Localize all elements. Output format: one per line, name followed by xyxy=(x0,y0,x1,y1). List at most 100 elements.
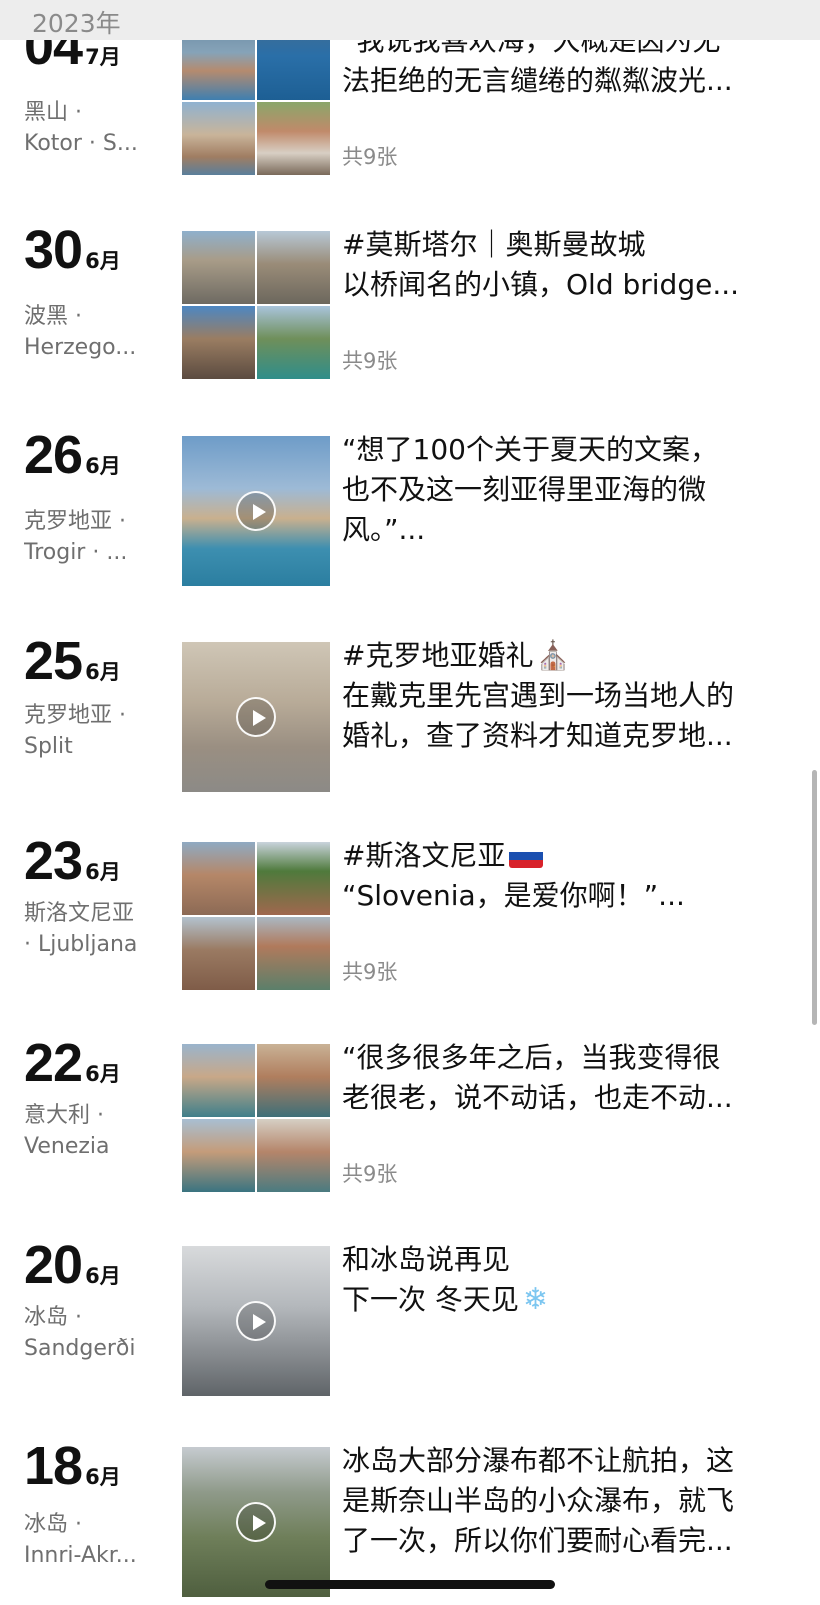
entry-day: 20 xyxy=(24,1235,83,1295)
entry-location: 波黑 · Herzego... xyxy=(24,301,164,363)
caption-line: 是斯奈山半岛的小众瀑布，就飞 xyxy=(342,1484,735,1517)
entry-caption: #斯洛文尼亚 “Slovenia，是爱你啊！”... xyxy=(342,836,797,916)
photo-thumbnail[interactable] xyxy=(182,231,255,304)
location-city: Trogir · ... xyxy=(24,540,128,565)
photo-thumbnail[interactable] xyxy=(182,1044,255,1117)
slovenia-flag-icon xyxy=(509,844,544,868)
caption-line: “很多很多年之后，当我变得很 xyxy=(342,1041,721,1074)
location-country: 克罗地亚 · xyxy=(24,509,126,534)
caption-line: #斯洛文尼亚 xyxy=(342,836,797,876)
photo-thumbnail[interactable] xyxy=(257,1119,330,1192)
feed-entry[interactable]: 25 6月 克罗地亚 · Split #克罗地亚婚礼⛪ 在戴克里先宫遇到一场当地人… xyxy=(0,631,820,792)
home-indicator[interactable] xyxy=(265,1580,555,1589)
caption-line: 法拒绝的无言缱绻的粼粼波光... xyxy=(342,64,733,97)
entry-month: 6月 xyxy=(85,454,121,478)
scrollbar[interactable] xyxy=(812,770,817,1025)
feed-entry[interactable]: 20 6月 冰岛 · Sandgerði 和冰岛说再见 下一次 冬天见 ❄ xyxy=(0,1235,820,1396)
feed-entry[interactable]: 26 6月 克罗地亚 · Trogir · ... “想了100个关于夏天的文案，… xyxy=(0,425,820,586)
location-country: 意大利 · xyxy=(24,1103,104,1128)
photo-thumbnail[interactable] xyxy=(182,842,255,915)
entry-location: 冰岛 · Sandgerði xyxy=(24,1302,164,1364)
entry-location: 意大利 · Venezia xyxy=(24,1100,164,1162)
snowflake-emoji-icon: ❄ xyxy=(522,1282,549,1317)
photo-thumbnail[interactable] xyxy=(257,102,330,175)
caption-line: “Slovenia，是爱你啊！”... xyxy=(342,879,685,912)
photo-thumbnail[interactable] xyxy=(257,917,330,990)
caption-line: #克罗地亚婚礼⛪ xyxy=(342,636,797,676)
entry-location: 冰岛 · Innri-Akr... xyxy=(24,1509,164,1571)
photo-count: 共9张 xyxy=(342,960,398,984)
entry-location: 斯洛文尼亚 · Ljubljana xyxy=(24,898,164,960)
caption-line: 在戴克里先宫遇到一场当地人的 xyxy=(342,679,735,712)
play-icon[interactable] xyxy=(236,1502,276,1542)
play-icon[interactable] xyxy=(236,1301,276,1341)
photo-thumbnail[interactable] xyxy=(257,231,330,304)
location-city: Innri-Akr... xyxy=(24,1543,137,1568)
caption-hashtag: #克罗地亚婚礼 xyxy=(342,639,534,672)
feed-entry[interactable]: 18 6月 冰岛 · Innri-Akr... 冰岛大部分瀑布都不让航拍，这 是斯… xyxy=(0,1436,820,1597)
entry-date: 30 6月 xyxy=(24,219,121,280)
photo-thumbnail[interactable] xyxy=(182,917,255,990)
video-thumbnail[interactable] xyxy=(182,1447,330,1597)
video-thumbnail[interactable] xyxy=(182,436,330,586)
location-country: 波黑 · xyxy=(24,304,82,329)
video-thumbnail[interactable] xyxy=(182,642,330,792)
location-city: Kotor · S... xyxy=(24,131,138,156)
location-country: 斯洛文尼亚 xyxy=(24,901,135,926)
location-country: 冰岛 · xyxy=(24,1512,82,1537)
entry-caption: 冰岛大部分瀑布都不让航拍，这 是斯奈山半岛的小众瀑布，就飞 了一次，所以你们要耐… xyxy=(342,1441,797,1561)
caption-line: 也不及这一刻亚得里亚海的微 xyxy=(342,473,707,506)
caption-line: “想了100个关于夏天的文案， xyxy=(342,433,718,466)
year-label: 2023年 xyxy=(32,9,121,38)
entry-day: 23 xyxy=(24,831,83,891)
church-emoji-icon: ⛪ xyxy=(535,639,571,672)
location-country: 克罗地亚 · xyxy=(24,703,126,728)
caption-line: 以桥闻名的小镇，Old bridge... xyxy=(342,268,740,301)
entry-date: 23 6月 xyxy=(24,830,121,891)
caption-line: #莫斯塔尔｜奥斯曼故城 xyxy=(342,228,646,261)
photo-thumbnail[interactable] xyxy=(182,102,255,175)
feed-entry[interactable]: 04 7月 黑山 · Kotor · S... “我说我喜欢海，大概是因为无 法拒… xyxy=(0,16,820,177)
caption-text: 下一次 冬天见 xyxy=(342,1283,519,1316)
caption-line: 老很老，说不动话，也走不动... xyxy=(342,1081,733,1114)
feed-entry[interactable]: 23 6月 斯洛文尼亚 · Ljubljana #斯洛文尼亚 “Slovenia，… xyxy=(0,831,820,992)
play-icon[interactable] xyxy=(236,697,276,737)
photo-thumbnail[interactable] xyxy=(182,306,255,379)
entry-caption: “很多很多年之后，当我变得很 老很老，说不动话，也走不动... xyxy=(342,1038,797,1118)
entry-month: 6月 xyxy=(85,660,121,684)
entry-day: 22 xyxy=(24,1033,83,1093)
location-city: Herzego... xyxy=(24,335,137,360)
entry-location: 黑山 · Kotor · S... xyxy=(24,97,164,159)
moments-feed: 04 7月 黑山 · Kotor · S... “我说我喜欢海，大概是因为无 法拒… xyxy=(0,0,820,1605)
photo-grid[interactable] xyxy=(182,842,330,992)
entry-month: 7月 xyxy=(85,45,121,69)
entry-location: 克罗地亚 · Split xyxy=(24,700,164,762)
feed-entry[interactable]: 30 6月 波黑 · Herzego... #莫斯塔尔｜奥斯曼故城 以桥闻名的小镇… xyxy=(0,220,820,381)
photo-thumbnail[interactable] xyxy=(257,842,330,915)
caption-line: 了一次，所以你们要耐心看完... xyxy=(342,1524,733,1557)
photo-grid[interactable] xyxy=(182,231,330,381)
entry-month: 6月 xyxy=(85,1062,121,1086)
entry-month: 6月 xyxy=(85,1465,121,1489)
feed-entry[interactable]: 22 6月 意大利 · Venezia “很多很多年之后，当我变得很 老很老，说不… xyxy=(0,1033,820,1194)
entry-date: 20 6月 xyxy=(24,1234,121,1295)
location-city: Split xyxy=(24,734,73,759)
entry-caption: “想了100个关于夏天的文案， 也不及这一刻亚得里亚海的微 风。”... xyxy=(342,430,797,550)
photo-thumbnail[interactable] xyxy=(257,1044,330,1117)
entry-day: 25 xyxy=(24,631,83,691)
entry-date: 18 6月 xyxy=(24,1435,121,1496)
photo-thumbnail[interactable] xyxy=(182,1119,255,1192)
entry-month: 6月 xyxy=(85,860,121,884)
location-city: Venezia xyxy=(24,1134,110,1159)
year-header: 2023年 xyxy=(0,0,820,40)
photo-grid[interactable] xyxy=(182,27,330,177)
entry-date: 22 6月 xyxy=(24,1032,121,1093)
entry-month: 6月 xyxy=(85,1264,121,1288)
play-icon[interactable] xyxy=(236,491,276,531)
location-city: Sandgerði xyxy=(24,1336,136,1361)
entry-date: 25 6月 xyxy=(24,630,121,691)
photo-thumbnail[interactable] xyxy=(257,306,330,379)
caption-line: 风。”... xyxy=(342,513,426,546)
video-thumbnail[interactable] xyxy=(182,1246,330,1396)
photo-grid[interactable] xyxy=(182,1044,330,1194)
